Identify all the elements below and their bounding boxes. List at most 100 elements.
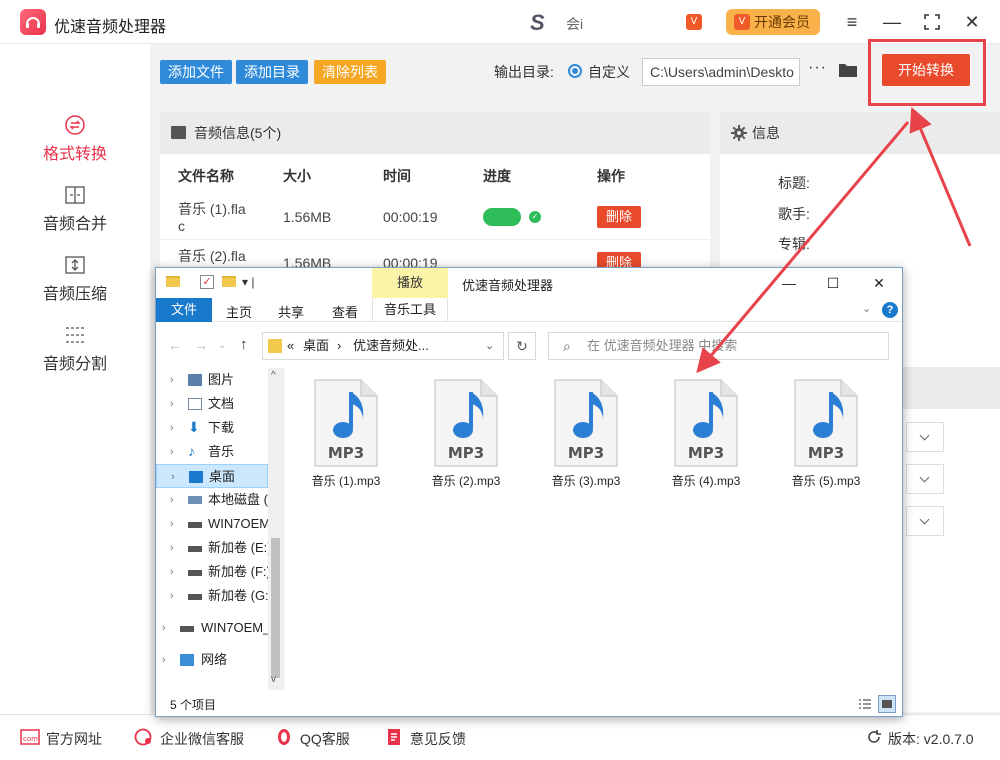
ribbon-tab-view[interactable]: 查看 <box>332 302 358 321</box>
chevron-right-icon[interactable]: › <box>170 536 174 560</box>
close-icon[interactable]: ✕ <box>958 8 986 36</box>
file-explorer-window[interactable]: ✓ ▾ | 播放 优速音频处理器 — ☐ ✕ 文件 主页 共享 查看 音乐工具 … <box>155 267 903 717</box>
refresh-icon[interactable]: ↻ <box>508 332 536 360</box>
file-item[interactable]: MP3 音乐 (1).mp3 <box>296 378 396 498</box>
add-directory-button[interactable]: 添加目录 <box>236 60 308 84</box>
address-segment-desktop[interactable]: 桌面 <box>303 333 329 359</box>
ribbon-tab-share[interactable]: 共享 <box>278 302 304 321</box>
explorer-maximize-icon[interactable]: ☐ <box>818 272 848 294</box>
custom-radio[interactable] <box>568 64 582 78</box>
chevron-right-icon[interactable]: › <box>170 560 174 584</box>
back-icon[interactable]: ← <box>168 337 182 353</box>
minimize-icon[interactable]: — <box>878 8 906 36</box>
qq-support-link[interactable]: QQ客服 <box>274 729 350 749</box>
ribbon-tab-home[interactable]: 主页 <box>226 302 252 321</box>
address-prefix[interactable]: « <box>287 333 294 359</box>
select-dropdown-3[interactable] <box>906 506 944 536</box>
desktop-icon <box>189 471 203 483</box>
scroll-down-icon[interactable]: v <box>271 674 276 685</box>
chevron-right-icon[interactable]: › <box>171 465 175 487</box>
search-input[interactable]: ⌕ 在 优速音频处理器 中搜索 <box>548 332 889 360</box>
chevron-right-icon[interactable]: › <box>170 416 174 440</box>
chevron-right-icon[interactable]: › <box>162 616 166 640</box>
ribbon-tab-file[interactable]: 文件 <box>156 298 212 322</box>
tree-item-music[interactable]: › ♪ 音乐 <box>156 440 268 464</box>
file-type-label: MP3 <box>328 444 364 462</box>
tree-item-volume-f[interactable]: › 新加卷 (F:) <box>156 560 268 584</box>
recent-locations-icon[interactable]: ⌄ <box>218 340 226 351</box>
file-item[interactable]: MP3 音乐 (4).mp3 <box>656 378 756 498</box>
address-segment-folder[interactable]: 优速音频处... <box>353 333 429 359</box>
custom-radio-label[interactable]: 自定义 <box>588 62 630 82</box>
customize-toolbar-icon[interactable]: ▾ | <box>242 275 254 289</box>
chevron-right-icon[interactable]: › <box>170 512 174 536</box>
ribbon: 文件 主页 共享 查看 音乐工具 ⌄ ? <box>156 298 902 322</box>
file-item[interactable]: MP3 音乐 (2).mp3 <box>416 378 516 498</box>
tree-item-downloads[interactable]: › ⬇ 下载 <box>156 416 268 440</box>
maximize-icon[interactable] <box>918 8 946 36</box>
merge-icon <box>65 186 85 204</box>
forward-icon[interactable]: → <box>194 337 208 353</box>
app-title: 优速音频处理器 <box>54 19 167 36</box>
sidebar-item-audio-merge[interactable]: 音频合并 <box>0 184 150 244</box>
address-dropdown-icon[interactable]: ⌄ <box>485 333 494 359</box>
vip-button[interactable]: V 开通会员 <box>726 9 820 35</box>
user-name[interactable]: 会i <box>566 14 686 34</box>
select-dropdown-1[interactable] <box>906 422 944 452</box>
file-time: 00:00:19 <box>383 209 438 225</box>
tree-scrollbar[interactable]: ^ v <box>268 368 283 690</box>
tree-item-desktop[interactable]: › 桌面 <box>156 464 268 488</box>
scroll-up-icon[interactable]: ^ <box>271 370 276 381</box>
tree-item-local-disk[interactable]: › 本地磁盘 ( <box>156 488 268 512</box>
select-dropdown-2[interactable] <box>906 464 944 494</box>
scrollbar-thumb[interactable] <box>271 538 280 678</box>
sidebar-item-format-convert[interactable]: 格式转换 <box>0 114 150 174</box>
feedback-link[interactable]: 意见反馈 <box>384 729 466 749</box>
file-item[interactable]: MP3 音乐 (5).mp3 <box>776 378 876 498</box>
official-site-link[interactable]: com 官方网址 <box>20 729 102 749</box>
tree-item-volume-g[interactable]: › 新加卷 (G: <box>156 584 268 608</box>
wechat-support-link[interactable]: 企业微信客服 <box>134 728 244 749</box>
vip-icon: V <box>734 14 750 30</box>
start-convert-button[interactable]: 开始转换 <box>882 54 970 86</box>
chevron-right-icon[interactable]: › <box>162 648 166 672</box>
mp3-file-icon: MP3 <box>554 379 618 467</box>
delete-button[interactable]: 删除 <box>597 206 641 228</box>
play-context-tab[interactable]: 播放 <box>372 268 448 298</box>
output-path-input[interactable]: C:\Users\admin\Deskto <box>642 58 800 86</box>
chevron-right-icon[interactable]: › <box>170 488 174 512</box>
sidebar-item-audio-split[interactable]: 音频分割 <box>0 324 150 384</box>
new-folder-icon[interactable] <box>222 276 236 287</box>
ribbon-tab-music-tools[interactable]: 音乐工具 <box>372 298 448 322</box>
file-item[interactable]: MP3 音乐 (3).mp3 <box>536 378 636 498</box>
explorer-minimize-icon[interactable]: — <box>774 272 804 294</box>
menu-icon[interactable]: ≡ <box>838 8 866 36</box>
tree-item-documents[interactable]: › 文档 <box>156 392 268 416</box>
sidebar-item-audio-compress[interactable]: 音频压缩 <box>0 254 150 314</box>
more-button[interactable]: ··· <box>808 59 827 77</box>
chevron-right-icon[interactable]: › <box>170 392 174 416</box>
expand-ribbon-icon[interactable]: ⌄ <box>862 302 871 315</box>
details-view-icon[interactable] <box>856 695 874 713</box>
chevron-right-icon[interactable]: › <box>170 584 174 608</box>
properties-icon[interactable]: ✓ <box>200 275 214 289</box>
tree-item-network[interactable]: › 网络 <box>156 648 268 672</box>
chevron-right-icon[interactable]: › <box>170 368 174 392</box>
add-file-button[interactable]: 添加文件 <box>160 60 232 84</box>
tree-item-pictures[interactable]: › 图片 <box>156 368 268 392</box>
chevron-right-icon[interactable]: › <box>170 440 174 464</box>
address-bar[interactable]: « 桌面 › 优速音频处... ⌄ <box>262 332 504 360</box>
version-info[interactable]: 版本: v2.0.7.0 <box>866 729 974 749</box>
large-icons-view-icon[interactable] <box>878 695 896 713</box>
file-type-label: MP3 <box>568 444 604 462</box>
tree-item-win7oem[interactable]: › WIN7OEM <box>156 512 268 536</box>
tree-item-volume-e[interactable]: › 新加卷 (E:) <box>156 536 268 560</box>
explorer-close-icon[interactable]: ✕ <box>864 272 894 294</box>
up-icon[interactable]: ↑ <box>240 336 248 353</box>
folder-icon[interactable] <box>838 62 858 78</box>
table-row[interactable]: 音乐 (1).fla c 1.56MB 00:00:19 ✓ 删除 <box>160 194 710 240</box>
drive-icon <box>188 594 202 600</box>
clear-list-button[interactable]: 清除列表 <box>314 60 386 84</box>
tree-item-win7oem-2[interactable]: › WIN7OEM_ <box>156 616 268 640</box>
help-icon[interactable]: ? <box>882 302 898 318</box>
